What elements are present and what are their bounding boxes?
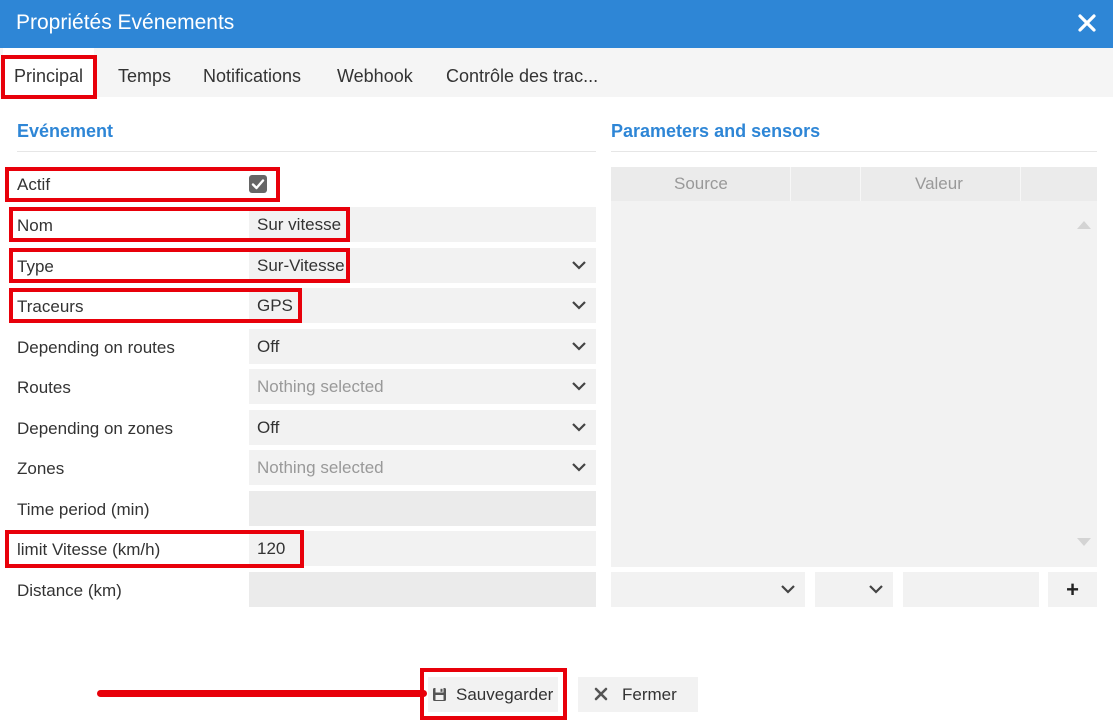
- source-select[interactable]: [611, 572, 805, 607]
- chevron-down-icon: [572, 301, 586, 310]
- highlight-limit-vitesse: [5, 530, 304, 568]
- depending-routes-label: Depending on routes: [17, 338, 175, 357]
- column-divider: [1020, 167, 1021, 201]
- column-valeur: Valeur: [915, 174, 963, 193]
- time-period-input[interactable]: [249, 491, 596, 526]
- scroll-down-icon[interactable]: [1077, 538, 1091, 546]
- close-icon[interactable]: [1075, 10, 1099, 36]
- close-icon: [594, 687, 608, 701]
- tab-notifications[interactable]: Notifications: [203, 48, 301, 97]
- window-titlebar: Propriétés Evénements: [0, 0, 1113, 48]
- event-section-divider: [17, 151, 596, 152]
- sensors-table-body[interactable]: [611, 201, 1097, 567]
- value-input[interactable]: [903, 572, 1039, 607]
- zones-select[interactable]: Nothing selected: [249, 450, 596, 485]
- distance-label: Distance (km): [17, 581, 122, 600]
- chevron-down-icon: [869, 585, 883, 594]
- column-divider: [860, 167, 861, 201]
- close-button[interactable]: Fermer: [578, 677, 698, 712]
- tab-controle-des-traceurs[interactable]: Contrôle des trac...: [446, 48, 598, 97]
- routes-placeholder: Nothing selected: [257, 377, 384, 396]
- highlight-traceurs: [9, 288, 302, 323]
- highlight-save-button: [420, 668, 567, 720]
- window-title: Propriétés Evénements: [16, 11, 235, 34]
- chevron-down-icon: [572, 261, 586, 270]
- highlight-type: [9, 248, 350, 283]
- scroll-up-icon[interactable]: [1077, 221, 1091, 229]
- depending-zones-label: Depending on zones: [17, 419, 173, 438]
- tab-temps[interactable]: Temps: [118, 48, 171, 97]
- highlight-tab-principal: [1, 55, 97, 99]
- tab-webhook[interactable]: Webhook: [337, 48, 413, 97]
- depending-routes-select[interactable]: Off: [249, 329, 596, 364]
- depending-routes-value: Off: [257, 337, 280, 356]
- routes-select[interactable]: Nothing selected: [249, 369, 596, 404]
- event-section-title: Evénement: [17, 121, 114, 141]
- sensors-section-divider: [611, 151, 1097, 152]
- tab-bar: Principal Temps Notifications Webhook Co…: [0, 48, 1113, 97]
- column-source: Source: [674, 174, 728, 193]
- highlight-actif: [5, 167, 280, 202]
- column-divider: [790, 167, 791, 201]
- zones-placeholder: Nothing selected: [257, 458, 384, 477]
- sensors-table-header: Source Valeur: [611, 167, 1097, 201]
- chevron-down-icon: [572, 423, 586, 432]
- depending-zones-value: Off: [257, 418, 280, 437]
- chevron-down-icon: [572, 463, 586, 472]
- operator-select[interactable]: [815, 572, 893, 607]
- chevron-down-icon: [572, 342, 586, 351]
- distance-input[interactable]: [249, 572, 596, 607]
- sensors-section-title: Parameters and sensors: [611, 121, 821, 141]
- zones-label: Zones: [17, 459, 65, 478]
- depending-zones-select[interactable]: Off: [249, 410, 596, 445]
- highlight-nom: [9, 207, 350, 242]
- chevron-down-icon: [572, 382, 586, 391]
- close-button-label: Fermer: [622, 685, 677, 704]
- add-parameter-button[interactable]: +: [1048, 572, 1097, 607]
- annotation-arrow: [97, 690, 427, 697]
- time-period-label: Time period (min): [17, 500, 150, 519]
- routes-label: Routes: [17, 378, 71, 397]
- chevron-down-icon: [781, 585, 795, 594]
